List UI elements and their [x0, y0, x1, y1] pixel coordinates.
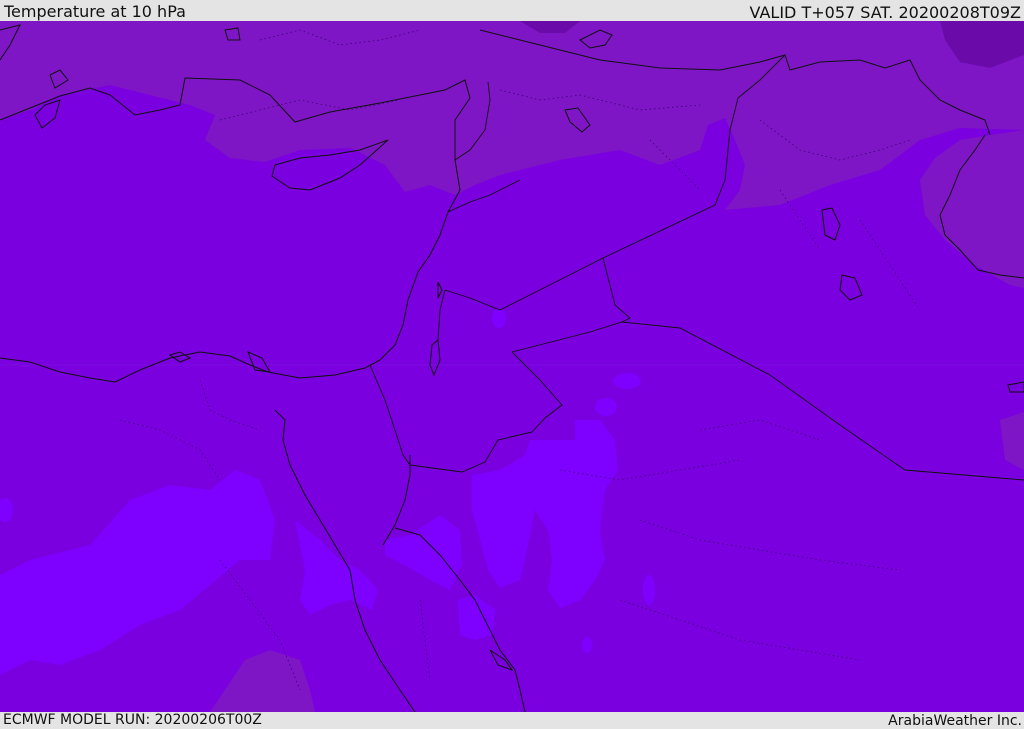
map-viewer: Temperature at 10 hPa VALID T+057 SAT. 2… — [0, 0, 1024, 729]
cool-patch-small-2 — [595, 398, 617, 416]
temperature-map — [0, 21, 1024, 712]
valid-time: VALID T+057 SAT. 20200208T09Z — [749, 3, 1021, 22]
map-title: Temperature at 10 hPa — [4, 2, 186, 21]
footer-bar: ECMWF MODEL RUN: 20200206T00Z ArabiaWeat… — [0, 712, 1024, 729]
cool-patch-small-3 — [643, 575, 655, 605]
header-bar: Temperature at 10 hPa VALID T+057 SAT. 2… — [0, 0, 1024, 22]
cool-patch-small-1 — [613, 373, 641, 389]
model-run: ECMWF MODEL RUN: 20200206T00Z — [3, 712, 262, 728]
cool-patch-small-4 — [492, 308, 506, 328]
cool-patch-small-5 — [582, 637, 592, 653]
credit-label: ArabiaWeather Inc. — [888, 713, 1022, 729]
